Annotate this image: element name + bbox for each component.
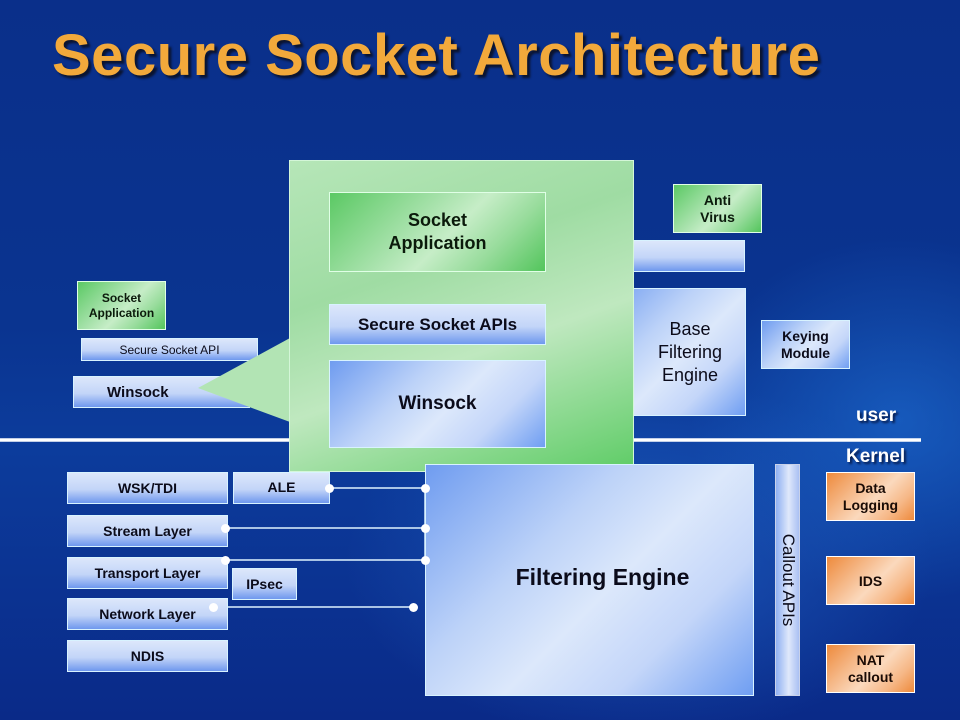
user-mode-label: user [856, 405, 897, 426]
ale-box: ALE [233, 472, 330, 504]
secure-socket-apis-box: Secure Socket APIs [329, 304, 546, 345]
small-socket-application-box: Socket Application [77, 281, 166, 330]
callout-apis-bar: Callout APIs [775, 464, 800, 696]
ids-box: IDS [826, 556, 915, 605]
connector-dot [421, 556, 430, 565]
layer-network: Network Layer [67, 598, 228, 630]
layer-wsk-tdi: WSK/TDI [67, 472, 228, 504]
connector-dot [221, 556, 230, 565]
nat-callout-box: NAT callout [826, 644, 915, 693]
ipsec-box: IPsec [232, 568, 297, 600]
connector-dot [421, 524, 430, 533]
connector-dot [325, 484, 334, 493]
kernel-mode-label: Kernel [846, 446, 906, 467]
connector-dot [221, 524, 230, 533]
layer-transport: Transport Layer [67, 557, 228, 589]
keying-module-box: Keying Module [761, 320, 850, 369]
callout-apis-label: Callout APIs [778, 533, 798, 627]
layer-stream: Stream Layer [67, 515, 228, 547]
connector-dot [421, 484, 430, 493]
anti-virus-box: Anti Virus [673, 184, 762, 233]
filtering-engine-box: Filtering Engine [425, 464, 754, 696]
layer-ndis: NDIS [67, 640, 228, 672]
winsock-box: Winsock [329, 360, 546, 448]
socket-application-box: Socket Application [329, 192, 546, 272]
connector-dot [409, 603, 418, 612]
callout-pointer [198, 338, 290, 422]
data-logging-box: Data Logging [826, 472, 915, 521]
connector-dot [209, 603, 218, 612]
